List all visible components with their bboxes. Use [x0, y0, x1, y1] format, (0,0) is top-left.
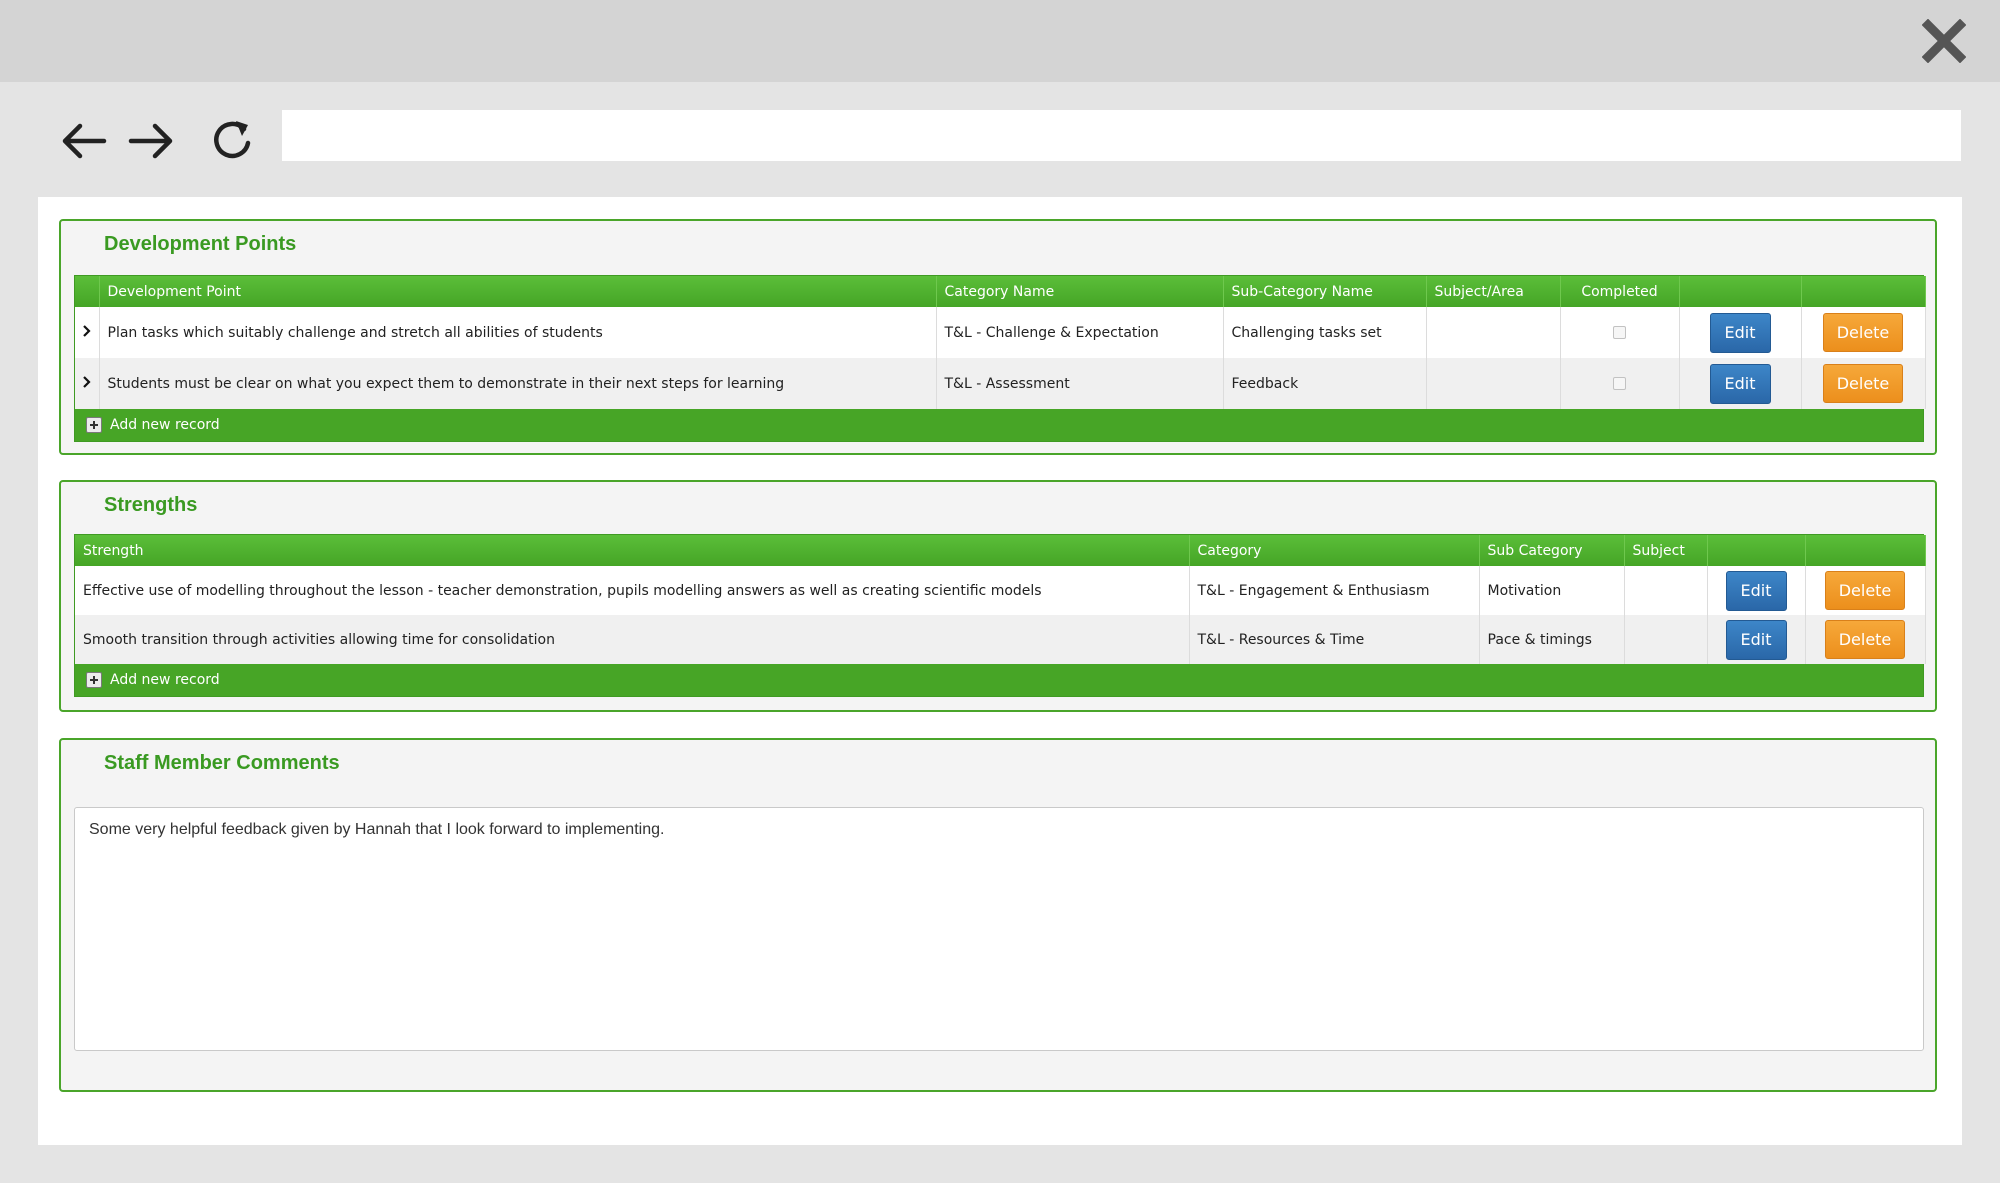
strength-cell: Effective use of modelling throughout th… [75, 566, 1190, 615]
edit-cell: Edit [1707, 615, 1806, 664]
panel-title: Development Points [104, 233, 297, 255]
add-new-record-label: Add new record [110, 672, 220, 688]
column-header[interactable]: Completed [1560, 276, 1680, 307]
table-row: Effective use of modelling throughout th… [75, 566, 1926, 615]
staff-comments-textarea[interactable]: Some very helpful feedback given by Hann… [74, 807, 1924, 1051]
browser-navbar [0, 82, 2000, 197]
table-row: Plan tasks which suitably challenge and … [75, 307, 1926, 358]
category-cell: T&L - Assessment [936, 358, 1224, 409]
edit-cell: Edit [1707, 566, 1806, 615]
completed-checkbox[interactable] [1613, 377, 1626, 390]
grid-header-row: Development Point Category Name Sub-Cate… [75, 276, 1926, 307]
development-points-grid: Development Point Category Name Sub-Cate… [74, 275, 1926, 442]
edit-button[interactable]: Edit [1709, 363, 1771, 404]
delete-button[interactable]: Delete [1825, 571, 1905, 610]
completed-cell [1560, 307, 1680, 358]
column-header[interactable]: Subject/Area [1426, 276, 1561, 307]
category-cell: T&L - Resources & Time [1189, 615, 1480, 664]
strength-cell: Smooth transition through activities all… [75, 615, 1190, 664]
delete-button[interactable]: Delete [1823, 364, 1903, 403]
table-row: Students must be clear on what you expec… [75, 358, 1926, 409]
completed-checkbox[interactable] [1613, 326, 1626, 339]
development-points-panel: Development Points Development Point Cat… [59, 219, 1937, 455]
category-cell: T&L - Challenge & Expectation [936, 307, 1224, 358]
subject-cell [1426, 307, 1561, 358]
expand-column-header [75, 276, 100, 307]
column-header[interactable]: Sub Category [1479, 535, 1625, 566]
delete-cell: Delete [1801, 358, 1926, 409]
page-content: Development Points Development Point Cat… [38, 197, 1962, 1145]
strengths-grid: Strength Category Sub Category Subject E… [74, 534, 1926, 697]
edit-button[interactable]: Edit [1725, 570, 1787, 611]
grid-header-row: Strength Category Sub Category Subject [75, 535, 1926, 566]
development-point-cell: Plan tasks which suitably challenge and … [99, 307, 937, 358]
delete-cell: Delete [1801, 307, 1926, 358]
window-titlebar [0, 0, 2000, 82]
strengths-panel: Strengths Strength Category Sub Category… [59, 480, 1937, 712]
edit-cell: Edit [1679, 307, 1802, 358]
panel-title: Strengths [104, 494, 198, 516]
edit-column-header [1679, 276, 1802, 307]
refresh-icon[interactable] [206, 115, 258, 167]
sub-category-cell: Challenging tasks set [1223, 307, 1427, 358]
edit-column-header [1707, 535, 1806, 566]
sub-category-cell: Pace & timings [1479, 615, 1625, 664]
add-new-record-button[interactable]: Add new record [86, 417, 220, 433]
subject-cell [1624, 615, 1708, 664]
delete-button[interactable]: Delete [1823, 313, 1903, 352]
delete-column-header [1805, 535, 1926, 566]
add-new-record-label: Add new record [110, 417, 220, 433]
add-new-record-button[interactable]: Add new record [86, 672, 220, 688]
chevron-right-icon[interactable] [82, 324, 92, 337]
development-point-cell: Students must be clear on what you expec… [99, 358, 937, 409]
back-arrow-icon[interactable] [58, 115, 110, 167]
staff-comments-panel: Staff Member Comments Some very helpful … [59, 738, 1937, 1092]
subject-cell [1426, 358, 1561, 409]
edit-cell: Edit [1679, 358, 1802, 409]
column-header[interactable]: Category [1189, 535, 1480, 566]
column-header[interactable]: Sub-Category Name [1223, 276, 1427, 307]
delete-column-header [1801, 276, 1926, 307]
close-icon[interactable] [1922, 19, 1966, 63]
delete-cell: Delete [1805, 615, 1926, 664]
category-cell: T&L - Engagement & Enthusiasm [1189, 566, 1480, 615]
edit-button[interactable]: Edit [1709, 312, 1771, 353]
delete-button[interactable]: Delete [1825, 620, 1905, 659]
expand-cell[interactable] [75, 307, 100, 358]
subject-cell [1624, 566, 1708, 615]
table-row: Smooth transition through activities all… [75, 615, 1926, 664]
delete-cell: Delete [1805, 566, 1926, 615]
column-header[interactable]: Subject [1624, 535, 1708, 566]
grid-footer: Add new record [75, 409, 1923, 441]
chevron-right-icon[interactable] [82, 375, 92, 388]
url-input[interactable] [282, 110, 1961, 161]
column-header[interactable]: Strength [75, 535, 1190, 566]
forward-arrow-icon[interactable] [125, 115, 177, 167]
expand-cell[interactable] [75, 358, 100, 409]
sub-category-cell: Feedback [1223, 358, 1427, 409]
sub-category-cell: Motivation [1479, 566, 1625, 615]
grid-footer: Add new record [75, 664, 1923, 696]
column-header[interactable]: Category Name [936, 276, 1224, 307]
plus-icon [86, 417, 102, 433]
completed-cell [1560, 358, 1680, 409]
column-header[interactable]: Development Point [99, 276, 937, 307]
panel-title: Staff Member Comments [104, 752, 340, 774]
edit-button[interactable]: Edit [1725, 619, 1787, 660]
plus-icon [86, 672, 102, 688]
